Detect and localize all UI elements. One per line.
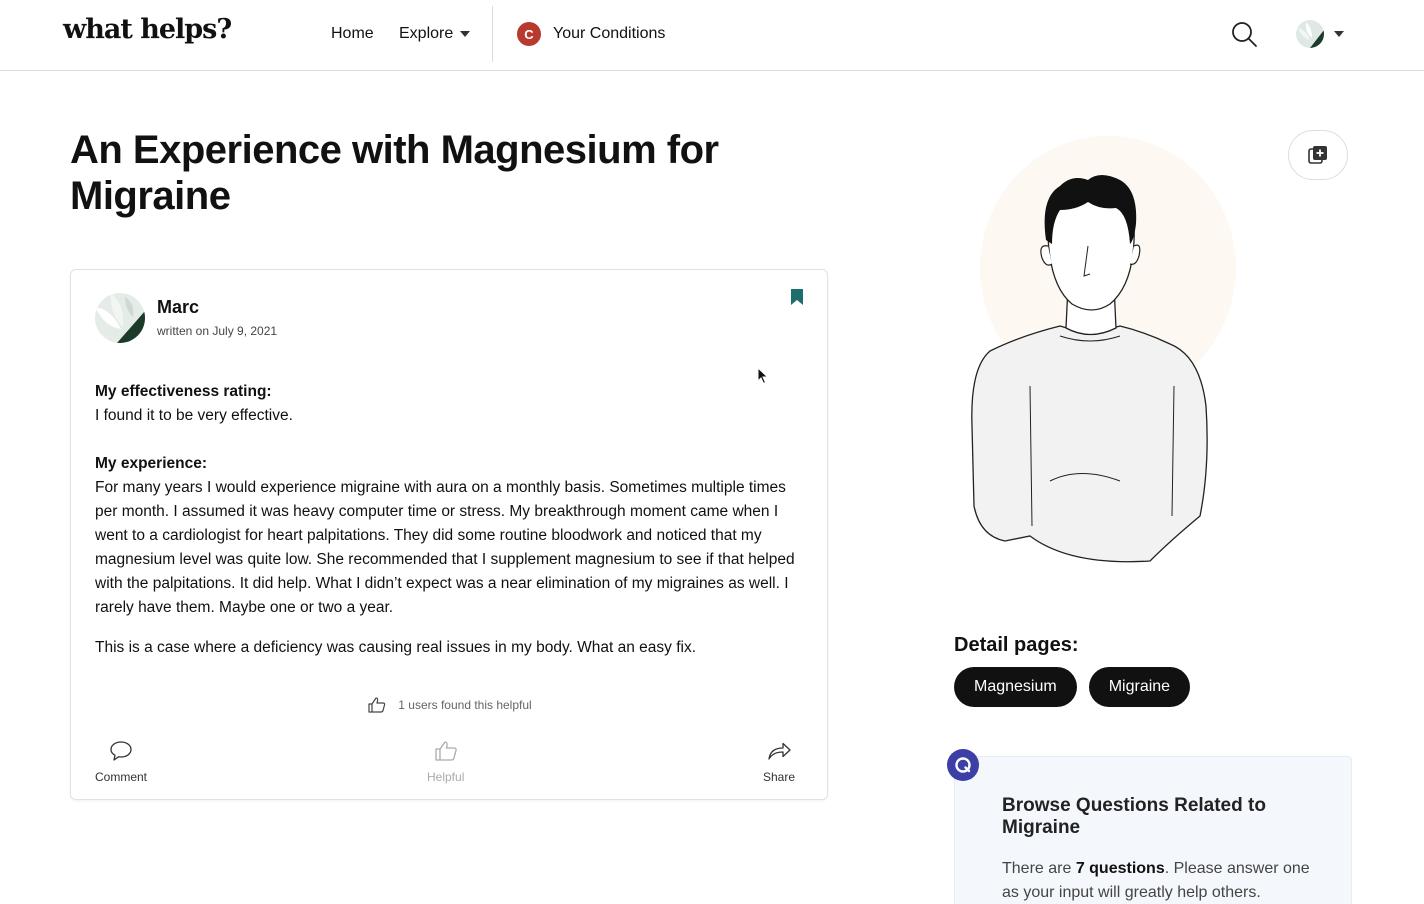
helpful-label: Helpful: [427, 770, 465, 784]
experience-label: My experience:: [95, 455, 207, 472]
top-header: what helps? Home Explore C Your Conditio…: [0, 0, 1424, 71]
person-illustration: [960, 136, 1240, 576]
thumbs-up-icon: [435, 741, 457, 761]
comment-label: Comment: [95, 770, 148, 784]
helpful-count-text: 1 users found this helpful: [398, 698, 532, 712]
search-button[interactable]: [1229, 19, 1259, 49]
add-copy-icon: [1308, 146, 1327, 164]
nav-divider: [492, 6, 493, 62]
questions-title[interactable]: Browse Questions Related to Migraine: [1002, 795, 1322, 839]
nav-explore-label: Explore: [399, 25, 454, 42]
rating-label: My effectiveness rating:: [95, 383, 272, 400]
add-to-collection-button[interactable]: [1288, 130, 1348, 180]
conditions-badge-icon: C: [517, 22, 541, 46]
experience-card: Marc written on July 9, 2021 My effectiv…: [70, 269, 828, 800]
closing-text: This is a case where a deficiency was ca…: [95, 639, 697, 656]
share-button[interactable]: Share: [763, 740, 795, 784]
questions-count: 7 questions: [1075, 860, 1165, 877]
tag-migraine[interactable]: Migraine: [1088, 667, 1191, 707]
site-logo[interactable]: what helps?: [63, 14, 232, 45]
experience-text: For many years I would experience migrai…: [95, 479, 795, 616]
comment-button[interactable]: Comment: [95, 740, 147, 784]
bookmark-icon: [791, 289, 803, 305]
detail-tags: Magnesium Migraine: [954, 667, 1191, 707]
thumbs-up-icon: [368, 697, 386, 713]
helpful-count: 1 users found this helpful: [71, 697, 829, 713]
nav-conditions-label: Your Conditions: [553, 25, 666, 42]
nav-your-conditions-link[interactable]: C Your Conditions: [517, 22, 665, 46]
comment-icon: [110, 741, 132, 761]
author-name[interactable]: Marc: [157, 297, 199, 318]
question-icon: [947, 749, 979, 781]
share-arrow-icon: [768, 742, 791, 760]
page-title: An Experience with Magnesium for Migrain…: [70, 128, 719, 218]
questions-panel: Browse Questions Related to Migraine The…: [954, 756, 1352, 904]
questions-description: There are 7 questions. Please answer one…: [1002, 860, 1310, 901]
user-avatar: [1296, 20, 1324, 48]
post-date: written on July 9, 2021: [157, 324, 278, 338]
nav-home-link[interactable]: Home: [331, 25, 374, 43]
helpful-button[interactable]: Helpful: [427, 740, 464, 784]
chevron-down-icon: [1334, 31, 1344, 37]
author-avatar[interactable]: [95, 293, 145, 343]
tag-magnesium[interactable]: Magnesium: [954, 667, 1077, 707]
bookmark-button[interactable]: [790, 288, 804, 306]
share-label: Share: [763, 770, 796, 784]
rating-text: I found it to be very effective.: [95, 407, 293, 424]
search-icon: [1232, 22, 1257, 47]
mouse-cursor-icon: [757, 367, 769, 385]
user-menu[interactable]: [1296, 20, 1344, 48]
chevron-down-icon: [460, 31, 471, 37]
detail-pages-heading: Detail pages:: [954, 634, 1079, 656]
story-body: My effectiveness rating: I found it to b…: [95, 380, 805, 660]
nav-explore-menu[interactable]: Explore: [399, 25, 471, 43]
